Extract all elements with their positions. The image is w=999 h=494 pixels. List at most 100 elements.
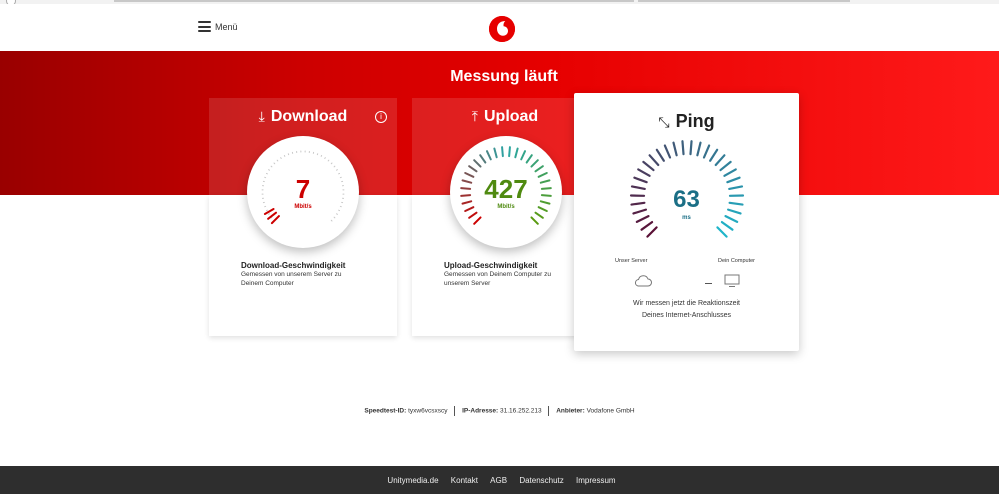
ping-gauge-tick — [714, 154, 726, 167]
download-gauge-dot — [268, 169, 270, 171]
download-gauge-dot — [330, 162, 333, 165]
ping-gauge-tick — [702, 144, 711, 159]
computer-icon — [724, 274, 740, 287]
ping-unit: ms — [682, 215, 691, 221]
ping-gauge-tick — [689, 140, 693, 156]
ip-label: IP-Adresse: — [462, 407, 499, 415]
ping-gauge-tick — [723, 168, 737, 177]
upload-gauge-tick — [473, 216, 482, 225]
download-gauge-dot — [280, 157, 282, 159]
ping-gauge-tick — [655, 148, 665, 162]
upload-gauge-tick — [493, 147, 498, 159]
upload-title: ⤒ Upload — [412, 108, 598, 126]
upload-gauge-tick — [520, 150, 527, 161]
ping-gauge-tick — [640, 220, 654, 231]
upload-gauge-tick — [530, 216, 539, 225]
download-gauge-dot — [327, 159, 330, 162]
speedtest-id-value: tyxw6vcsxscy — [408, 407, 448, 415]
download-gauge-dot — [336, 213, 338, 215]
ping-gauge-tick — [696, 141, 702, 157]
divider — [548, 406, 550, 416]
provider-value: Vodafone GmbH — [586, 407, 635, 415]
download-gauge-dot — [276, 159, 279, 162]
upload-subtitle: Upload-Geschwindigkeit — [444, 261, 538, 270]
download-gauge-dot — [333, 165, 336, 168]
computer-label: Dein Computer — [718, 258, 755, 264]
download-icon: ⤓ — [258, 108, 265, 124]
ping-gauge-tick — [633, 176, 648, 184]
upload-value: 427 — [484, 174, 528, 204]
vodafone-logo-icon — [489, 16, 515, 42]
upload-gauge-tick — [508, 146, 511, 158]
site-footer: Unitymedia.de Kontakt AGB Datenschutz Im… — [0, 466, 999, 494]
footer-link-unitymedia[interactable]: Unitymedia.de — [387, 476, 438, 485]
download-title: ⤓ Download — [209, 108, 397, 126]
menu-label: Menü — [215, 21, 238, 32]
browser-tab-bar-secondary — [638, 0, 850, 2]
download-gauge-dot — [330, 219, 333, 222]
upload-gauge-tick — [473, 159, 482, 168]
download-value: 7 — [295, 174, 311, 204]
download-gauge-dot — [336, 169, 338, 171]
ping-gauge-tick — [681, 140, 685, 156]
ping-gauge-tick — [648, 154, 660, 167]
ping-gauge-tick — [642, 160, 655, 172]
speedtest-id-label: Speedtest-ID: — [364, 407, 407, 415]
ping-gauge-tick — [637, 168, 651, 177]
upload-gauge-tick — [485, 150, 492, 161]
expand-arrows-icon: ⤡ — [658, 114, 670, 130]
divider — [454, 406, 456, 416]
ping-title: ⤡ Ping — [574, 111, 799, 132]
ping-gauge-tick — [709, 148, 719, 162]
ping-gauge-tick — [726, 176, 741, 184]
server-label: Unser Server — [615, 258, 648, 264]
upload-gauge-tick — [468, 211, 478, 219]
download-subtitle: Download-Geschwindigkeit — [241, 261, 346, 270]
footer-link-agb[interactable]: AGB — [490, 476, 507, 485]
upload-description: Gemessen von Deinem Computer zu unserem … — [444, 271, 551, 287]
ping-card: ⤡ Ping 63 ms Unser Server Dein Computer W… — [574, 93, 799, 351]
ping-gauge-tick — [720, 220, 734, 231]
upload-title-label: Upload — [483, 108, 539, 125]
footer-link-kontakt[interactable]: Kontakt — [451, 476, 478, 485]
cloud-icon — [634, 275, 652, 287]
provider-label: Anbieter: — [556, 407, 585, 415]
ping-gauge-tick — [716, 226, 728, 238]
ping-gauge-tick — [672, 141, 678, 157]
upload-unit: Mbit/s — [497, 204, 515, 210]
ip-value: 31.16.252.213 — [500, 407, 542, 415]
ping-value: 63 — [673, 186, 700, 213]
upload-gauge-tick — [525, 154, 533, 164]
upload-gauge-tick — [468, 165, 478, 173]
connection-dash — [705, 283, 712, 284]
vodafone-logo[interactable] — [489, 16, 515, 42]
upload-gauge-tick — [479, 154, 487, 164]
upload-gauge-tick — [501, 146, 504, 158]
download-gauge-tick — [270, 215, 280, 225]
download-gauge: 7 Mbit/s — [247, 136, 359, 248]
footer-links: Unitymedia.de Kontakt AGB Datenschutz Im… — [0, 476, 999, 485]
footer-link-impressum[interactable]: Impressum — [576, 476, 616, 485]
upload-icon: ⤒ — [471, 108, 478, 124]
upload-gauge: 427 Mbit/s — [450, 136, 562, 248]
footer-link-datenschutz[interactable]: Datenschutz — [519, 476, 563, 485]
test-info-bar: Speedtest-ID: tyxw6vcsxscy IP-Adresse: 3… — [0, 406, 999, 416]
menu-button[interactable]: Menü — [198, 21, 238, 32]
download-unit: Mbit/s — [294, 204, 312, 210]
download-gauge-dot — [324, 157, 326, 159]
upload-gauge-tick — [530, 159, 539, 168]
download-gauge-dot — [268, 213, 270, 215]
download-gauge-dot — [270, 165, 273, 168]
info-icon[interactable]: i — [375, 111, 387, 123]
ping-message-line1: Wir messen jetzt die Reaktionszeit — [633, 300, 740, 307]
ping-title-label: Ping — [675, 111, 715, 131]
site-header: Menü — [0, 4, 999, 51]
download-description: Gemessen von unserem Server zu Deinem Co… — [241, 271, 342, 287]
download-title-label: Download — [270, 108, 348, 125]
download-gauge-dot — [273, 162, 276, 165]
ping-message-line2: Deines Internet-Anschlusses — [641, 312, 732, 319]
ping-message: Wir messen jetzt die Reaktionszeit Deine… — [574, 298, 799, 322]
upload-gauge-tick — [514, 147, 519, 159]
hamburger-icon — [198, 21, 211, 32]
ping-gauge-tick — [646, 226, 658, 238]
